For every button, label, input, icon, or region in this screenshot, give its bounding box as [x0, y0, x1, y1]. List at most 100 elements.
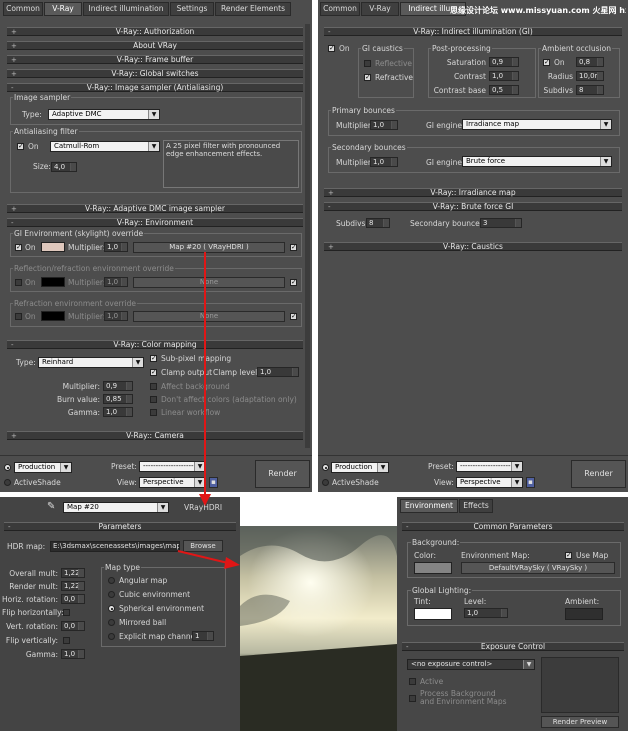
flip-horizontally-checkbox[interactable] [63, 609, 70, 616]
tab-settings[interactable]: Settings [170, 2, 214, 16]
refl-env-map-checkbox[interactable] [290, 278, 297, 286]
secondary-bounces-count-spinner[interactable]: 3 [480, 218, 522, 228]
tab-render-elements[interactable]: Render Elements [215, 2, 291, 16]
clamp-level-spinner[interactable]: 1,0 [257, 367, 299, 377]
tint-swatch[interactable] [414, 608, 452, 620]
rollout-image-sampler[interactable]: - V-Ray:: Image sampler (Antialiasing) [7, 83, 303, 92]
cmap-gamma-spinner[interactable]: 1,0 [103, 407, 133, 417]
browse-button[interactable]: Browse [183, 540, 223, 552]
exposure-active-checkbox[interactable] [409, 678, 416, 685]
explicit-map-channel-radio[interactable] [108, 633, 115, 640]
primary-multiplier-spinner[interactable]: 1,0 [370, 120, 398, 130]
angular-map-radio[interactable] [108, 577, 115, 584]
gi-env-multiplier-spinner[interactable]: 1,0 [104, 242, 128, 252]
refr-env-map-checkbox[interactable] [290, 312, 297, 320]
refractive-checkbox[interactable] [364, 73, 371, 81]
level-spinner[interactable]: 1,0 [464, 608, 508, 618]
ao-radius-spinner[interactable]: 10,0m [576, 71, 604, 81]
map-channel-spinner[interactable]: 1 [192, 631, 214, 641]
eyedropper-icon[interactable]: ✎ [47, 501, 55, 512]
overall-mult-spinner[interactable]: 1,22 [61, 568, 85, 578]
horiz-rotation-spinner[interactable]: 0,0 [61, 594, 85, 604]
mirrored-ball-radio[interactable] [108, 619, 115, 626]
rollout-caustics[interactable]: + V-Ray:: Caustics [324, 242, 622, 251]
brute-subdivs-spinner[interactable]: 8 [366, 218, 390, 228]
secondary-multiplier-spinner[interactable]: 1,0 [370, 157, 398, 167]
tab-common[interactable]: Common [320, 2, 360, 16]
ao-on-checkbox[interactable] [543, 58, 550, 66]
aa-filter-dropdown[interactable]: Catmull-Rom [50, 141, 160, 152]
rollout-color-mapping[interactable]: - V-Ray:: Color mapping [7, 340, 303, 349]
refr-env-on-checkbox[interactable] [15, 313, 22, 320]
activeshade-radio[interactable] [322, 479, 329, 486]
production-radio[interactable] [322, 464, 329, 471]
sampler-type-dropdown[interactable]: Adaptive DMC [48, 109, 160, 120]
gi-env-on-checkbox[interactable] [15, 243, 22, 251]
filter-size-spinner[interactable]: 4,0 [51, 162, 77, 172]
cmap-multiplier-spinner[interactable]: 0,9 [103, 381, 133, 391]
rollout-environment[interactable]: - V-Ray:: Environment [7, 218, 303, 227]
map-name-dropdown[interactable]: Map #20 [63, 502, 169, 513]
tab-indirect-illumination[interactable]: Indirect illumination [83, 2, 169, 16]
rollout-exposure-control[interactable]: - Exposure Control [402, 642, 624, 651]
refl-env-color-swatch[interactable] [41, 277, 65, 287]
rollout-global-switches[interactable]: + V-Ray:: Global switches [7, 69, 303, 78]
use-map-checkbox[interactable] [565, 551, 572, 559]
ambient-swatch[interactable] [565, 608, 603, 620]
rollout-frame-buffer[interactable]: + V-Ray:: Frame buffer [7, 55, 303, 64]
render-preview-button[interactable]: Render Preview [541, 716, 619, 728]
gi-on-checkbox[interactable] [328, 44, 335, 52]
preset-dropdown[interactable]: -------------------- [139, 461, 206, 472]
cmap-type-dropdown[interactable]: Reinhard [38, 357, 144, 368]
saturation-spinner[interactable]: 0,9 [489, 57, 519, 67]
bg-color-swatch[interactable] [414, 562, 452, 574]
rollout-irradiance-map[interactable]: + V-Ray:: Irradiance map [324, 188, 622, 197]
dont-affect-colors-checkbox[interactable] [150, 396, 157, 403]
rollout-about[interactable]: + About VRay [7, 41, 303, 50]
contrast-spinner[interactable]: 1,0 [489, 71, 519, 81]
gi-env-map-button[interactable]: Map #20 ( VRayHDRI ) [133, 242, 285, 253]
scroll-track[interactable] [305, 24, 310, 448]
tab-vray[interactable]: V-Ray [361, 2, 399, 16]
ao-subdivs-spinner[interactable]: 8 [576, 85, 604, 95]
refl-env-on-checkbox[interactable] [15, 279, 22, 286]
primary-gi-engine-dropdown[interactable]: Irradiance map [462, 119, 612, 130]
production-dropdown[interactable]: Production [331, 462, 389, 473]
rollout-common-parameters[interactable]: - Common Parameters [402, 522, 624, 531]
preset-dropdown[interactable]: -------------------- [456, 461, 523, 472]
refl-env-map-button[interactable]: None [133, 277, 285, 288]
activeshade-radio[interactable] [4, 479, 11, 486]
hdr-map-path-field[interactable]: E:\3dsmax\sceneassets\images\maps [50, 541, 180, 552]
process-background-checkbox[interactable] [409, 695, 416, 702]
refl-env-multiplier-spinner[interactable]: 1,0 [104, 277, 128, 287]
lock-view-button[interactable]: ▪ [526, 477, 535, 488]
tab-environment[interactable]: Environment [400, 499, 458, 513]
production-radio[interactable] [4, 464, 11, 471]
refr-env-color-swatch[interactable] [41, 311, 65, 321]
vert-rotation-spinner[interactable]: 0,0 [61, 621, 85, 631]
spherical-environment-radio[interactable] [108, 605, 115, 612]
tab-common[interactable]: Common [3, 2, 43, 16]
hdri-gamma-spinner[interactable]: 1,0 [61, 649, 85, 659]
contrast-base-spinner[interactable]: 0,5 [489, 85, 519, 95]
tab-effects[interactable]: Effects [459, 499, 493, 513]
rollout-authorization[interactable]: + V-Ray:: Authorization [7, 27, 303, 36]
rollout-adaptive-dmc[interactable]: + V-Ray:: Adaptive DMC image sampler [7, 204, 303, 213]
cubic-environment-radio[interactable] [108, 591, 115, 598]
subpixel-checkbox[interactable] [150, 354, 157, 362]
rollout-parameters[interactable]: - Parameters [4, 522, 236, 531]
refr-env-multiplier-spinner[interactable]: 1,0 [104, 311, 128, 321]
refr-env-map-button[interactable]: None [133, 311, 285, 322]
reflective-checkbox[interactable] [364, 60, 371, 67]
render-mult-spinner[interactable]: 1,22 [61, 581, 85, 591]
gi-env-color-swatch[interactable] [41, 242, 65, 252]
linear-workflow-checkbox[interactable] [150, 409, 157, 416]
rollout-brute-force[interactable]: - V-Ray:: Brute force GI [324, 202, 622, 211]
clamp-output-checkbox[interactable] [150, 368, 157, 376]
burn-value-spinner[interactable]: 0,85 [103, 394, 133, 404]
view-dropdown[interactable]: Perspective [139, 477, 206, 488]
view-dropdown[interactable]: Perspective [456, 477, 523, 488]
ao-amount-spinner[interactable]: 0,8 [576, 57, 604, 67]
environment-map-button[interactable]: DefaultVRaySky ( VRaySky ) [461, 562, 615, 574]
gi-env-map-checkbox[interactable] [290, 243, 297, 251]
